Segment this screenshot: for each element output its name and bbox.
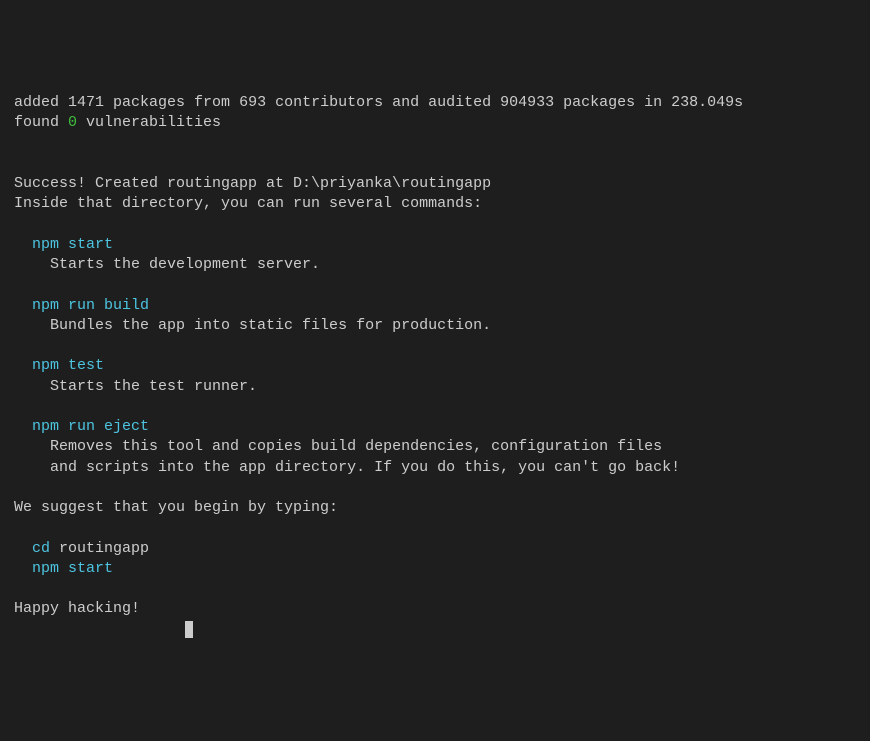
suggestion-intro: We suggest that you begin by typing: (14, 499, 338, 516)
command-desc: Starts the test runner. (50, 378, 257, 395)
install-summary-line: added 1471 packages from 693 contributor… (14, 94, 743, 111)
instructions-line: Inside that directory, you can run sever… (14, 195, 482, 212)
command-desc: and scripts into the app directory. If y… (50, 459, 680, 476)
terminal-cursor (185, 621, 193, 638)
command-npm-start: npm start (32, 236, 113, 253)
footer-line: Happy hacking! (14, 600, 140, 617)
suggestion-cd: cd routingapp (32, 540, 149, 557)
terminal-output: added 1471 packages from 693 contributor… (14, 93, 856, 640)
command-desc: Removes this tool and copies build depen… (50, 438, 662, 455)
vuln-count: 0 (68, 114, 77, 131)
command-npm-test: npm test (32, 357, 104, 374)
command-desc: Starts the development server. (50, 256, 320, 273)
suggestion-npm-start: npm start (32, 560, 113, 577)
command-npm-run-eject: npm run eject (32, 418, 149, 435)
command-desc: Bundles the app into static files for pr… (50, 317, 491, 334)
command-npm-run-build: npm run build (32, 297, 149, 314)
vulnerabilities-line: found 0 vulnerabilities (14, 114, 221, 131)
success-line: Success! Created routingapp at D:\priyan… (14, 175, 491, 192)
